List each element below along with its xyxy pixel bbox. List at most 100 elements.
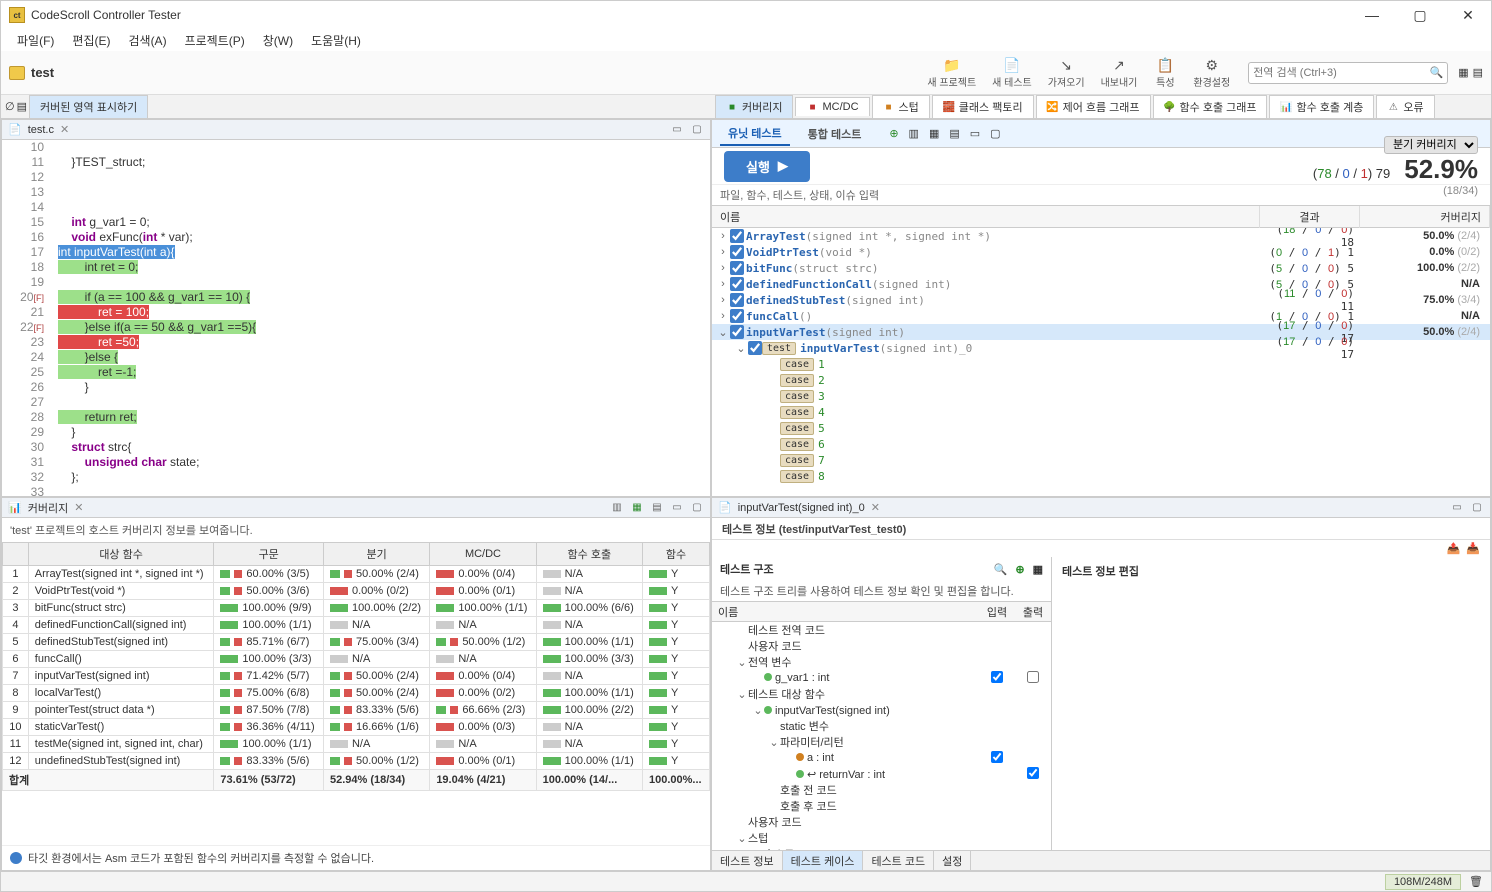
tree-case[interactable]: case7	[712, 452, 1490, 468]
close-button[interactable]: ✕	[1453, 5, 1483, 25]
chip-함수 호출 계층[interactable]: 📊함수 호출 계층	[1269, 95, 1374, 118]
chip-커버리지[interactable]: ■커버리지	[715, 95, 793, 118]
tree-case[interactable]: case2	[712, 372, 1490, 388]
toolbar-특성[interactable]: 📋특성	[1147, 54, 1183, 91]
detail-export-icon[interactable]: 📤	[1447, 542, 1461, 555]
bottom-tab-설정[interactable]: 설정	[934, 851, 971, 870]
tree-checkbox[interactable]	[748, 341, 762, 355]
coverage-table[interactable]: 대상 함수구문분기MC/DC함수 호출함수1ArrayTest(signed i…	[2, 542, 710, 845]
cov-tool-1-icon[interactable]: ▥	[610, 501, 624, 515]
tree-row-funcCall[interactable]: ›funcCall()(1 / 0 / 0) 1N/A	[712, 308, 1490, 324]
struct-row[interactable]: ⌄전역 변수	[712, 654, 1051, 670]
tree-case[interactable]: case3	[712, 388, 1490, 404]
ut-tool-add-icon[interactable]: ⊕	[889, 127, 898, 140]
struct-row[interactable]: ↩ returnVar : int	[712, 766, 1051, 782]
tree-checkbox[interactable]	[730, 309, 744, 323]
struct-row[interactable]: 호출 전 코드	[712, 782, 1051, 798]
tree-child[interactable]: ⌄testinputVarTest(signed int)_0(17 / 0 /…	[712, 340, 1490, 356]
bottom-tab-테스트 정보[interactable]: 테스트 정보	[712, 851, 783, 870]
struct-row[interactable]: a : int	[712, 750, 1051, 766]
tree-checkbox[interactable]	[730, 245, 744, 259]
maximize-button[interactable]: ▢	[1405, 5, 1435, 25]
tree-case[interactable]: case1	[712, 356, 1490, 372]
chip-클래스 팩토리[interactable]: 🧱클래스 팩토리	[932, 95, 1034, 118]
struct-row[interactable]: ⌄테스트 대상 함수	[712, 686, 1051, 702]
ut-tool-3-icon[interactable]: ▦	[929, 127, 939, 140]
cov-tool-2-icon[interactable]: ▦	[630, 501, 644, 515]
struct-row[interactable]: 사용자 코드	[712, 638, 1051, 654]
tree-case[interactable]: case6	[712, 436, 1490, 452]
left-tab-icon-1[interactable]: ∅	[5, 100, 15, 113]
coverage-tab-close-icon[interactable]: ✕	[74, 501, 83, 514]
minimize-button[interactable]: —	[1357, 5, 1387, 25]
tree-checkbox[interactable]	[730, 277, 744, 291]
tree-checkbox[interactable]	[730, 325, 744, 339]
cov-maximize-icon[interactable]: ▢	[690, 501, 704, 515]
trash-icon[interactable]: 🗑	[1469, 875, 1483, 888]
detail-tab-close-icon[interactable]: ✕	[871, 501, 880, 514]
toolbar-가져오기[interactable]: ↘가져오기	[1042, 54, 1091, 91]
tab-integration-test[interactable]: 통합 테스트	[800, 123, 870, 145]
struct-row[interactable]: ⌄스텁	[712, 830, 1051, 846]
editor-maximize-icon[interactable]: ▢	[690, 123, 704, 137]
ut-minimize-icon[interactable]: ▭	[970, 127, 980, 140]
in-checkbox[interactable]	[991, 751, 1003, 763]
global-search-input[interactable]	[1253, 67, 1429, 79]
tree-row-ArrayTest[interactable]: ›ArrayTest(signed int *, signed int *)(1…	[712, 228, 1490, 244]
struct-row[interactable]: ⌄파라미터/리턴	[712, 734, 1051, 750]
left-tab-icon-2[interactable]: ▤	[17, 100, 27, 113]
chip-스텁[interactable]: ■스텁	[872, 95, 930, 118]
toolbar-extra-2[interactable]: ▤	[1473, 66, 1483, 79]
toolbar-extra-1[interactable]: ▦	[1458, 66, 1468, 79]
struct-tool-search-icon[interactable]: 🔍	[994, 563, 1008, 576]
struct-row[interactable]: 호출 후 코드	[712, 798, 1051, 814]
struct-tool-add-icon[interactable]: ⊕	[1015, 563, 1024, 576]
struct-tool-expand-icon[interactable]: ▦	[1033, 563, 1043, 576]
ut-tool-4-icon[interactable]: ▤	[949, 127, 959, 140]
tree-row-bitFunc[interactable]: ›bitFunc(struct strc)(5 / 0 / 0) 5100.0%…	[712, 260, 1490, 276]
ut-tool-2-icon[interactable]: ▥	[909, 127, 919, 140]
chip-함수 호출 그래프[interactable]: 🌳함수 호출 그래프	[1153, 95, 1268, 118]
tree-checkbox[interactable]	[730, 229, 744, 243]
out-checkbox[interactable]	[1027, 671, 1039, 683]
chip-제어 흐름 그래프[interactable]: 🔀제어 흐름 그래프	[1036, 95, 1151, 118]
tree-row-definedStubTest[interactable]: ›definedStubTest(signed int)(11 / 0 / 0)…	[712, 292, 1490, 308]
toolbar-새 프로젝트[interactable]: 📁새 프로젝트	[921, 54, 982, 91]
toolbar-내보내기[interactable]: ↗내보내기	[1095, 54, 1144, 91]
struct-row[interactable]: 테스트 전역 코드	[712, 622, 1051, 638]
bottom-tab-테스트 케이스[interactable]: 테스트 케이스	[783, 851, 864, 870]
detail-minimize-icon[interactable]: ▭	[1450, 501, 1464, 515]
struct-row[interactable]: static 변수	[712, 718, 1051, 734]
run-button[interactable]: 실행▶	[724, 151, 810, 182]
struct-row[interactable]: ⌄inputVarTest(signed int)	[712, 702, 1051, 718]
struct-row[interactable]: g_var1 : int	[712, 670, 1051, 686]
menu-도움말(H)[interactable]: 도움말(H)	[303, 30, 369, 51]
tree-row-definedFunctionCall[interactable]: ›definedFunctionCall(signed int)(5 / 0 /…	[712, 276, 1490, 292]
tree-case[interactable]: case8	[712, 468, 1490, 484]
ut-maximize-icon[interactable]: ▢	[990, 127, 1000, 140]
struct-row[interactable]: 사용자 코드	[712, 814, 1051, 830]
tree-checkbox[interactable]	[730, 293, 744, 307]
tab-covered-area[interactable]: 커버된 영역 표시하기	[29, 95, 148, 118]
bottom-tab-테스트 코드[interactable]: 테스트 코드	[863, 851, 934, 870]
editor-minimize-icon[interactable]: ▭	[670, 123, 684, 137]
tree-case[interactable]: case4	[712, 404, 1490, 420]
chip-오류[interactable]: ⚠오류	[1376, 95, 1434, 118]
tree-row-inputVarTest[interactable]: ⌄inputVarTest(signed int)(17 / 0 / 0) 17…	[712, 324, 1490, 340]
tab-unit-test[interactable]: 유닛 테스트	[720, 122, 790, 146]
menu-프로젝트(P)[interactable]: 프로젝트(P)	[177, 30, 253, 51]
toolbar-새 테스트[interactable]: 📄새 테스트	[986, 54, 1038, 91]
out-checkbox[interactable]	[1027, 767, 1039, 779]
menu-검색(A)[interactable]: 검색(A)	[120, 30, 174, 51]
toolbar-환경설정[interactable]: ⚙환경설정	[1187, 54, 1236, 91]
detail-import-icon[interactable]: 📥	[1466, 542, 1480, 555]
chip-MC/DC[interactable]: ■MC/DC	[795, 97, 869, 116]
cov-tool-3-icon[interactable]: ▤	[650, 501, 664, 515]
global-search[interactable]: 🔍	[1248, 62, 1448, 84]
detail-maximize-icon[interactable]: ▢	[1470, 501, 1484, 515]
coverage-type-select[interactable]: 분기 커버리지	[1384, 136, 1478, 154]
tree-checkbox[interactable]	[730, 261, 744, 275]
in-checkbox[interactable]	[991, 671, 1003, 683]
editor-tab-close-icon[interactable]: ✕	[60, 123, 69, 136]
filter-input-row[interactable]: 파일, 함수, 테스트, 상태, 이슈 입력	[712, 184, 1490, 206]
